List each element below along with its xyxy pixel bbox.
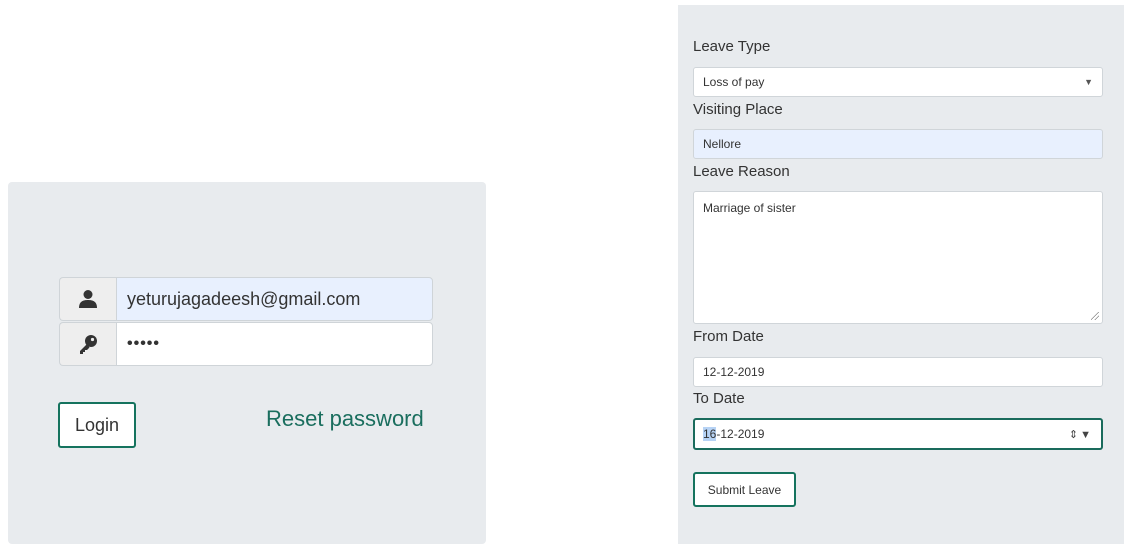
to-date-label: To Date <box>693 390 745 407</box>
leave-type-select[interactable]: Loss of pay ▼ <box>693 67 1103 97</box>
from-date-label: From Date <box>693 328 764 345</box>
from-date-input[interactable]: 12-12-2019 <box>693 357 1103 387</box>
login-panel: yeturujagadeesh@gmail.com ••••• Login Re… <box>8 182 486 544</box>
to-date-rest: -12-2019 <box>716 427 765 441</box>
leave-reason-textarea[interactable]: Marriage of sister <box>693 191 1103 324</box>
visiting-place-input[interactable]: Nellore <box>693 129 1103 159</box>
leave-reason-label: Leave Reason <box>693 163 790 180</box>
leave-reason-value: Marriage of sister <box>703 201 796 215</box>
username-field[interactable]: yeturujagadeesh@gmail.com <box>116 277 433 321</box>
leave-type-value: Loss of pay <box>703 75 765 89</box>
password-field[interactable]: ••••• <box>116 322 433 366</box>
leave-form-panel: Leave Type Loss of pay ▼ Visiting Place … <box>678 5 1124 544</box>
reset-password-link[interactable]: Reset password <box>266 406 424 432</box>
date-spinner-icon[interactable]: ⇕▼ <box>1069 428 1093 441</box>
password-input-group: ••••• <box>59 322 433 366</box>
chevron-down-icon: ▼ <box>1084 77 1093 87</box>
to-date-value: 16-12-2019 <box>703 427 764 441</box>
to-date-input[interactable]: 16-12-2019 ⇕▼ <box>693 418 1103 450</box>
leave-type-label: Leave Type <box>693 38 771 55</box>
key-icon <box>59 322 116 366</box>
to-date-day-selected: 16 <box>703 427 717 441</box>
resize-handle-icon[interactable] <box>1091 312 1099 320</box>
submit-leave-button[interactable]: Submit Leave <box>693 472 796 507</box>
login-button[interactable]: Login <box>58 402 136 448</box>
visiting-place-label: Visiting Place <box>693 101 783 118</box>
user-icon <box>59 277 116 321</box>
username-input-group: yeturujagadeesh@gmail.com <box>59 277 433 321</box>
